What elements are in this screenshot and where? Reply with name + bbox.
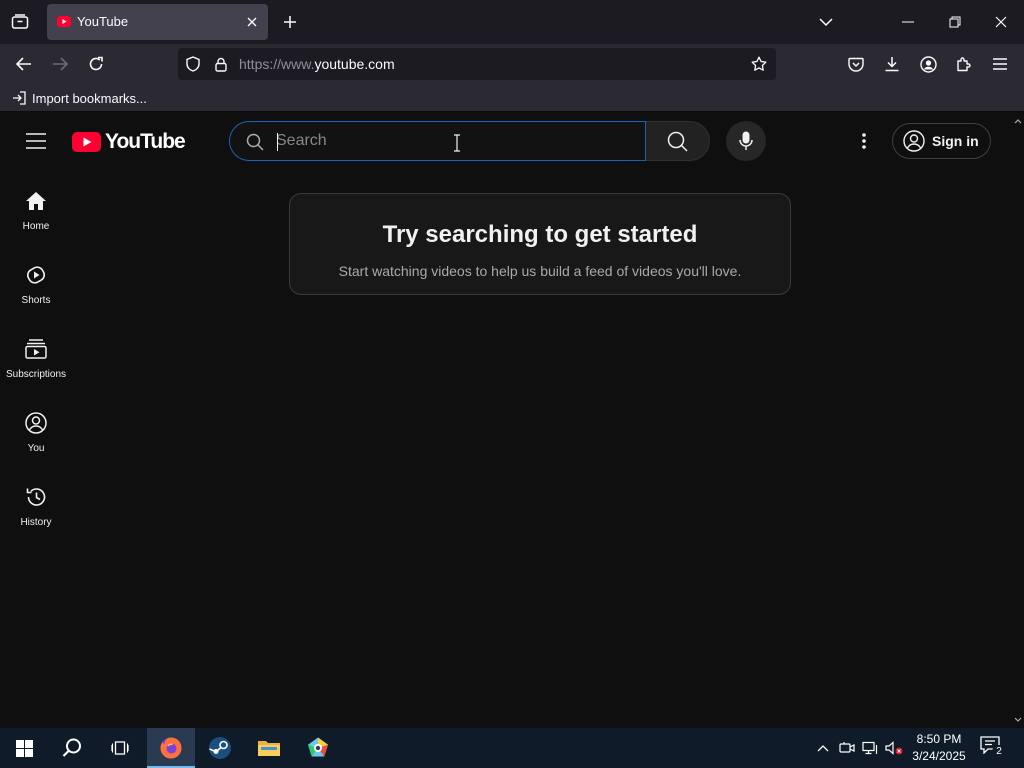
task-view-button[interactable]: [96, 728, 144, 768]
guide-item-you[interactable]: You: [0, 391, 72, 465]
close-tab-icon[interactable]: [244, 14, 260, 30]
guide-menu-icon[interactable]: [24, 129, 48, 153]
text-cursor-icon: [454, 134, 460, 152]
pocket-icon[interactable]: [845, 53, 867, 75]
scroll-up-arrow-icon[interactable]: [1014, 117, 1022, 125]
settings-more-button[interactable]: [852, 129, 876, 153]
tracking-shield-icon[interactable]: [185, 56, 201, 72]
search-box[interactable]: [229, 121, 646, 161]
guide-label: Subscriptions: [5, 369, 67, 380]
more-vertical-icon: [862, 133, 866, 149]
taskbar-file-explorer[interactable]: [245, 728, 293, 768]
task-view-icon: [111, 741, 129, 755]
import-icon: [13, 91, 26, 105]
you-icon: [24, 411, 48, 435]
extensions-puzzle-icon[interactable]: [953, 53, 975, 75]
lock-icon[interactable]: [213, 56, 229, 72]
guide-label: Shorts: [21, 295, 51, 306]
forward-arrow-icon: [49, 53, 71, 75]
downloads-icon[interactable]: [881, 53, 903, 75]
search-icon: [246, 133, 264, 151]
list-all-tabs-icon[interactable]: [816, 12, 836, 32]
guide-label: You: [27, 443, 45, 454]
show-hidden-icons-chevron-icon[interactable]: [813, 738, 833, 758]
history-icon: [24, 485, 48, 509]
empty-feed-prompt: Try searching to get started Start watch…: [289, 193, 791, 295]
guide-label: Home: [22, 221, 50, 232]
guide-label: History: [20, 517, 52, 528]
youtube-logo[interactable]: YouTube: [72, 130, 186, 153]
scroll-down-arrow-icon[interactable]: [1014, 716, 1022, 724]
taskbar-clock[interactable]: 8:50 PM 3/24/2025: [908, 731, 970, 765]
windows-logo-icon: [15, 739, 33, 757]
home-icon: [24, 189, 48, 213]
sign-in-button[interactable]: Sign in: [892, 123, 991, 159]
prompt-subtitle: Start watching videos to help us build a…: [338, 263, 742, 279]
app-pentagon-icon: [308, 737, 328, 757]
bookmark-star-icon[interactable]: [751, 56, 767, 72]
youtube-wordmark: YouTube: [105, 130, 186, 153]
start-button[interactable]: [0, 728, 48, 768]
action-center-button[interactable]: 2: [980, 736, 1006, 760]
voice-search-button[interactable]: [726, 121, 766, 161]
account-icon[interactable]: [917, 53, 939, 75]
network-icon[interactable]: [860, 738, 880, 758]
firefox-icon: [160, 737, 182, 759]
url-host: youtube.com: [314, 56, 395, 72]
search-button[interactable]: [646, 121, 710, 161]
windows-taskbar: 8:50 PM 3/24/2025 2: [0, 728, 1024, 768]
youtube-page: YouTube Sign in Home Shorts: [0, 113, 1012, 728]
search-icon: [62, 738, 81, 757]
import-bookmarks-link[interactable]: Import bookmarks...: [12, 90, 147, 106]
browser-tab-bar: YouTube: [0, 0, 1024, 44]
sign-in-label: Sign in: [932, 133, 979, 149]
search-input[interactable]: [276, 128, 626, 154]
import-bookmarks-label: Import bookmarks...: [32, 90, 147, 106]
youtube-favicon-icon: [57, 16, 71, 27]
hamburger-menu-icon[interactable]: [989, 53, 1011, 75]
new-tab-icon[interactable]: [280, 12, 300, 32]
firefox-view-icon[interactable]: [8, 11, 32, 33]
folder-icon: [258, 741, 280, 756]
prompt-title: Try searching to get started: [382, 221, 698, 248]
guide-item-subscriptions[interactable]: Subscriptions: [0, 317, 72, 391]
bookmarks-toolbar: Import bookmarks...: [0, 84, 1024, 112]
restore-window-icon[interactable]: [945, 12, 965, 32]
url-text[interactable]: https://www.youtube.com: [239, 56, 395, 72]
tab-title: YouTube: [77, 14, 129, 29]
url-prefix: https://www.: [239, 56, 315, 72]
text-caret: [277, 133, 278, 151]
clock-time: 8:50 PM: [916, 732, 962, 746]
youtube-play-logo-icon: [72, 132, 101, 152]
minimize-window-icon[interactable]: [898, 12, 918, 32]
taskbar-firefox[interactable]: [147, 728, 195, 768]
subscriptions-icon: [24, 337, 48, 361]
guide-item-home[interactable]: Home: [0, 169, 72, 243]
reload-icon[interactable]: [85, 53, 107, 75]
close-window-icon[interactable]: [991, 12, 1011, 32]
clock-date: 3/24/2025: [912, 749, 966, 763]
steam-icon: [209, 737, 231, 759]
microphone-icon: [739, 131, 753, 150]
notification-count-badge: 2: [992, 745, 1006, 759]
guide-item-history[interactable]: History: [0, 465, 72, 539]
shorts-icon: [24, 263, 48, 287]
taskbar-steam[interactable]: [196, 728, 244, 768]
taskbar-search-button[interactable]: [48, 728, 96, 768]
taskbar-app[interactable]: [294, 728, 342, 768]
page-scrollbar[interactable]: [1012, 113, 1024, 728]
search-magnifier-icon: [667, 131, 688, 152]
browser-nav-bar: https://www.youtube.com: [0, 44, 1024, 84]
browser-tab-youtube[interactable]: YouTube: [47, 4, 268, 40]
back-arrow-icon[interactable]: [13, 53, 35, 75]
account-circle-icon: [903, 130, 925, 152]
guide-item-shorts[interactable]: Shorts: [0, 243, 72, 317]
meet-now-camera-icon[interactable]: [837, 738, 857, 758]
address-bar[interactable]: https://www.youtube.com: [178, 48, 776, 80]
volume-muted-icon[interactable]: [884, 738, 904, 758]
